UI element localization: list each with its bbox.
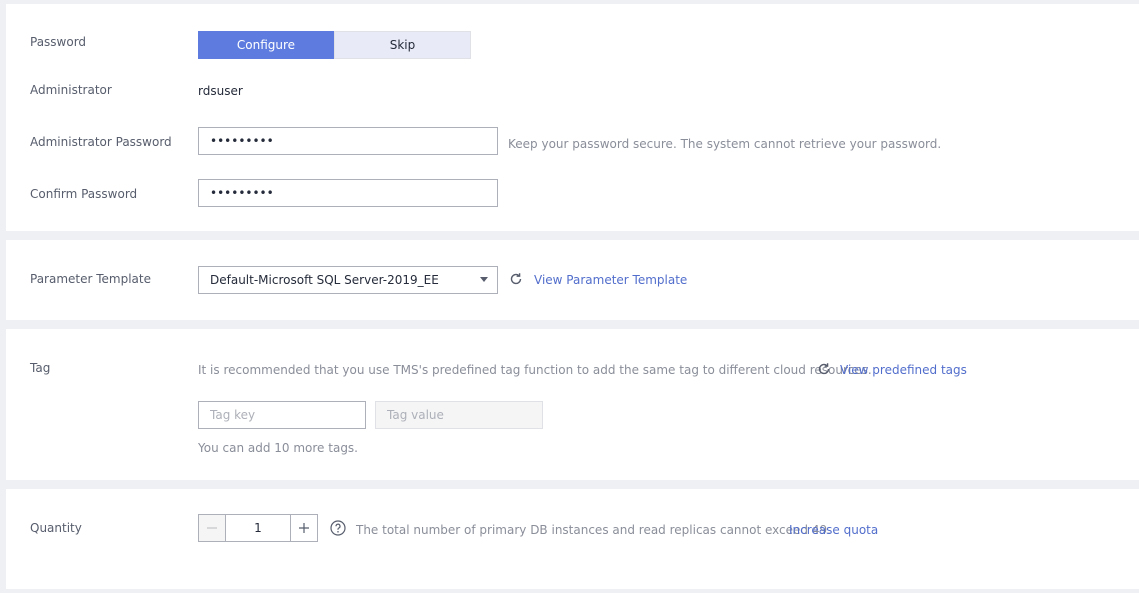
tag-label: Tag [30,361,51,375]
tag-card: Tag It is recommended that you use TMS's… [6,329,1139,480]
help-icon[interactable] [329,519,346,536]
quantity-label: Quantity [30,521,82,535]
password-label: Password [30,35,87,49]
parameter-template-select[interactable]: Default-Microsoft SQL Server-2019_EE [198,266,498,294]
configure-button[interactable]: Configure [198,31,334,59]
quantity-hint: The total number of primary DB instances… [356,523,831,537]
admin-password-hint: Keep your password secure. The system ca… [508,137,942,151]
refresh-icon[interactable] [816,361,832,377]
password-card: Password Configure Skip Administrator rd… [6,4,1139,231]
view-predefined-tags-link[interactable]: View predefined tags [840,363,967,377]
chevron-down-icon [480,277,488,282]
parameter-template-card: Parameter Template Default-Microsoft SQL… [6,240,1139,320]
plus-icon[interactable] [290,515,317,541]
tag-remaining-text: You can add 10 more tags. [198,441,358,455]
quantity-card: Quantity The total number of primary DB … [6,489,1139,589]
skip-button[interactable]: Skip [334,31,471,59]
parameter-template-label: Parameter Template [30,272,152,286]
admin-password-input[interactable] [198,127,498,155]
tag-description: It is recommended that you use TMS's pre… [198,363,872,377]
administrator-label: Administrator [30,83,112,97]
parameter-template-selected: Default-Microsoft SQL Server-2019_EE [210,273,439,287]
tag-value-input[interactable] [375,401,543,429]
tag-key-input[interactable] [198,401,366,429]
quantity-stepper [198,514,318,542]
confirm-password-label: Confirm Password [30,187,138,201]
view-parameter-template-link[interactable]: View Parameter Template [534,273,687,287]
admin-password-label: Administrator Password [30,135,172,149]
minus-icon[interactable] [199,515,226,541]
confirm-password-input[interactable] [198,179,498,207]
increase-quota-link[interactable]: Increase quota [789,523,878,537]
administrator-value: rdsuser [198,84,243,98]
quantity-input[interactable] [226,515,290,541]
refresh-icon[interactable] [508,271,524,287]
